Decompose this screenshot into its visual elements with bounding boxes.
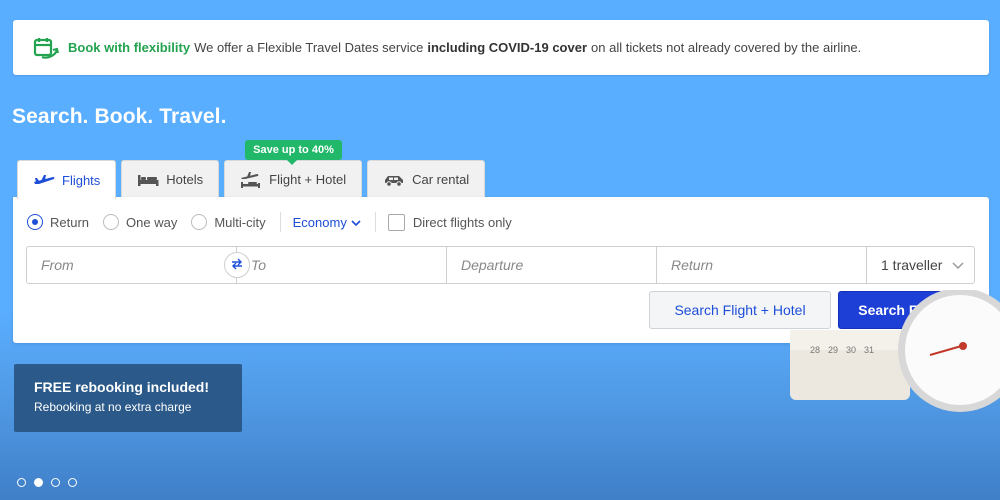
flexible-calendar-icon: [33, 36, 59, 60]
departure-placeholder: Departure: [461, 257, 524, 273]
direct-flights-label: Direct flights only: [412, 214, 512, 230]
promo-title: FREE rebooking included!: [34, 379, 210, 395]
cal-num-31: 31: [864, 345, 874, 355]
cabin-class-select[interactable]: Economy: [293, 215, 361, 230]
carousel-dots: [17, 478, 77, 487]
banner-bold-text: including COVID-19 cover: [427, 40, 588, 55]
cabin-class-value: Economy: [292, 214, 347, 230]
flexibility-banner: Book with flexibility We offer a Flexibl…: [13, 20, 989, 75]
search-fields: From To Departure Return 1 traveller: [26, 246, 975, 284]
tab-flight-hotel-label: Flight + Hotel: [269, 172, 347, 187]
save-badge: Save up to 40%: [245, 140, 342, 165]
tab-hotels-label: Hotels: [166, 172, 204, 187]
to-field[interactable]: To: [237, 247, 447, 283]
radio-one-way-circle[interactable]: [103, 214, 120, 230]
cal-num-30: 30: [846, 345, 856, 355]
options-divider-2: [374, 212, 376, 232]
calendar-clock-illustration: 28 29 30 31: [780, 288, 1000, 420]
return-date-field[interactable]: Return: [657, 247, 867, 283]
options-divider: [279, 212, 281, 232]
radio-multi-city[interactable]: Multi-city: [191, 214, 266, 230]
departure-date-field[interactable]: Departure: [447, 247, 657, 283]
rebooking-promo: FREE rebooking included! Rebooking at no…: [14, 364, 242, 432]
radio-multi-city-circle[interactable]: [191, 214, 208, 230]
carousel-dot-4[interactable]: [68, 478, 77, 487]
from-field[interactable]: From: [27, 247, 250, 283]
bed-icon: [137, 172, 159, 188]
travellers-select[interactable]: 1 traveller: [867, 247, 974, 283]
chevron-down-icon: [952, 257, 964, 273]
plane-hotel-icon: [240, 171, 262, 188]
swap-airports-button[interactable]: [224, 252, 250, 278]
carousel-dot-3[interactable]: [51, 478, 60, 487]
tab-flights-label: Flights: [62, 172, 101, 188]
direct-flights-box[interactable]: [387, 213, 405, 231]
radio-return[interactable]: Return: [27, 214, 89, 230]
carousel-dot-2[interactable]: [34, 478, 43, 487]
swap-icon: [230, 257, 244, 273]
tab-car-rental-label: Car rental: [412, 172, 470, 187]
return-placeholder: Return: [671, 257, 714, 273]
radio-return-label: Return: [50, 214, 90, 230]
promo-subtitle: Rebooking at no extra charge: [34, 400, 192, 414]
from-placeholder: From: [41, 257, 74, 273]
trip-options: Return One way Multi-city Economy Direct…: [27, 211, 512, 233]
tab-flight-hotel[interactable]: Save up to 40% Flight + Hotel: [224, 140, 363, 198]
car-icon: [383, 172, 405, 188]
banner-text: We offer a Flexible Travel Dates service: [194, 40, 424, 55]
carousel-dot-1[interactable]: [17, 478, 26, 487]
banner-text-end: on all tickets not already covered by th…: [591, 40, 862, 55]
direct-flights-checkbox[interactable]: Direct flights only: [387, 213, 512, 231]
cal-num-28: 28: [810, 345, 820, 355]
search-tabs: Flights Hotels Save up to 40% Flight + H…: [17, 140, 490, 199]
cal-num-29: 29: [828, 345, 838, 355]
radio-one-way-label: One way: [126, 214, 178, 230]
radio-return-circle[interactable]: [27, 214, 43, 230]
tab-flights[interactable]: Flights: [17, 160, 117, 199]
travellers-value: 1 traveller: [881, 257, 943, 273]
radio-one-way[interactable]: One way: [103, 214, 177, 230]
radio-multi-city-label: Multi-city: [214, 214, 266, 230]
tab-hotels[interactable]: Hotels: [121, 160, 220, 198]
chevron-down-icon: [351, 215, 361, 230]
to-placeholder: To: [251, 257, 267, 273]
banner-title: Book with flexibility: [68, 40, 191, 55]
tab-car-rental[interactable]: Car rental: [367, 160, 486, 198]
page-headline: Search. Book. Travel.: [12, 105, 227, 128]
plane-icon: [33, 172, 55, 188]
